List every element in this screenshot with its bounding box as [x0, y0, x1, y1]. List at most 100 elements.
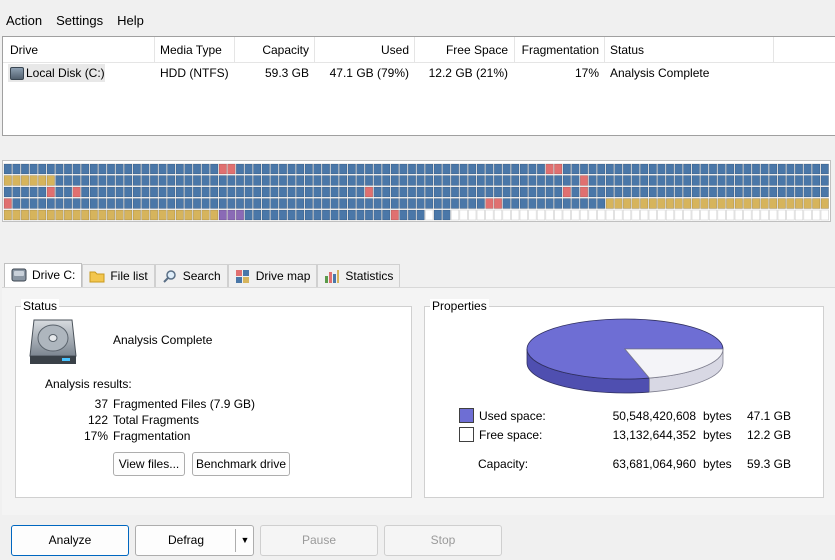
cluster-block: [769, 209, 778, 221]
cluster-block: [674, 198, 683, 209]
cluster-block: [657, 198, 666, 209]
column-separator[interactable]: [414, 37, 415, 63]
cluster-block: [132, 209, 141, 221]
column-media-type[interactable]: Media Type: [160, 43, 222, 57]
cluster-block: [691, 198, 700, 209]
cluster-block: [278, 209, 288, 221]
cluster-block: [399, 163, 408, 175]
column-separator[interactable]: [604, 37, 605, 63]
cluster-block: [614, 163, 623, 175]
cluster-map[interactable]: [2, 160, 831, 222]
stop-button[interactable]: Stop: [384, 525, 502, 556]
menu-settings[interactable]: Settings: [50, 8, 109, 32]
cluster-block: [192, 198, 202, 209]
analyze-button[interactable]: Analyze: [11, 525, 129, 556]
cluster-block: [399, 186, 408, 198]
cluster-block: [3, 209, 12, 221]
cluster-block: [794, 198, 804, 209]
tab-search[interactable]: Search: [154, 264, 228, 287]
cluster-block: [717, 163, 726, 175]
column-fragmentation[interactable]: Fragmentation: [519, 43, 599, 57]
column-separator[interactable]: [773, 37, 774, 63]
cluster-block: [640, 209, 649, 221]
column-free-space[interactable]: Free Space: [419, 43, 508, 57]
cluster-block: [820, 209, 829, 221]
tab-file-list[interactable]: File list: [82, 264, 155, 287]
column-drive[interactable]: Drive: [10, 43, 38, 57]
cluster-block: [304, 163, 313, 175]
cluster-block: [794, 209, 804, 221]
cluster-block: [373, 209, 382, 221]
cluster-block: [751, 163, 761, 175]
cluster-block: [726, 186, 735, 198]
cluster-block: [313, 163, 322, 175]
free-space-label: Free space:: [479, 428, 543, 442]
cluster-block: [46, 163, 55, 175]
cluster-block: [485, 175, 494, 186]
cluster-block: [407, 186, 417, 198]
cluster-block: [803, 198, 812, 209]
chevron-down-icon[interactable]: ▼: [236, 526, 254, 555]
cluster-block: [786, 186, 795, 198]
cluster-block: [347, 175, 356, 186]
cluster-block: [665, 175, 675, 186]
tab-drive-map[interactable]: Drive map: [227, 264, 318, 287]
column-separator[interactable]: [514, 37, 515, 63]
view-files-button[interactable]: View files...: [113, 452, 185, 476]
cluster-block: [149, 209, 159, 221]
cluster-block: [278, 163, 288, 175]
cluster-block: [347, 209, 356, 221]
cluster-block: [665, 163, 675, 175]
column-separator[interactable]: [234, 37, 235, 63]
cluster-block: [425, 163, 434, 175]
cluster-block: [683, 198, 692, 209]
cluster-block: [141, 186, 150, 198]
cluster-block: [124, 186, 133, 198]
pause-button[interactable]: Pause: [260, 525, 378, 556]
drive-row-c[interactable]: Local Disk (C:) HDD (NTFS) 59.3 GB 47.1 …: [3, 63, 835, 83]
cluster-block: [63, 186, 73, 198]
cluster-block: [81, 175, 90, 186]
cluster-block: [442, 186, 451, 198]
tab-drive[interactable]: Drive C:: [4, 263, 83, 287]
cluster-block: [55, 175, 64, 186]
cluster-block: [115, 175, 124, 186]
cluster-block: [631, 209, 640, 221]
cluster-block: [373, 198, 382, 209]
defrag-button[interactable]: Defrag ▼: [135, 525, 254, 556]
cluster-block: [820, 186, 829, 198]
cluster-block: [55, 186, 64, 198]
cluster-block: [502, 175, 511, 186]
cluster-block: [46, 186, 55, 198]
cluster-block: [356, 163, 365, 175]
menu-action[interactable]: Action: [0, 8, 48, 32]
cell-capacity: 59.3 GB: [264, 66, 309, 80]
cluster-block: [390, 163, 399, 175]
cluster-block: [81, 198, 90, 209]
cluster-block: [605, 198, 614, 209]
cluster-block: [98, 163, 107, 175]
cluster-block: [63, 163, 73, 175]
tab-statistics[interactable]: Statistics: [317, 264, 401, 287]
cluster-block: [485, 163, 494, 175]
column-capacity[interactable]: Capacity: [239, 43, 309, 57]
column-status[interactable]: Status: [610, 43, 644, 57]
drive-list[interactable]: Drive Media Type Capacity Used Free Spac…: [2, 36, 835, 136]
cluster-block: [339, 163, 348, 175]
menu-help[interactable]: Help: [111, 8, 150, 32]
cluster-block: [493, 209, 503, 221]
column-separator[interactable]: [314, 37, 315, 63]
menu-bar: Action Settings Help: [0, 8, 835, 32]
cluster-block: [167, 186, 176, 198]
column-used[interactable]: Used: [319, 43, 409, 57]
cluster-block: [12, 186, 21, 198]
benchmark-drive-button[interactable]: Benchmark drive: [192, 452, 290, 476]
properties-group-title: Properties: [430, 299, 489, 313]
column-separator[interactable]: [154, 37, 155, 63]
cluster-block: [149, 175, 159, 186]
cluster-block: [106, 198, 116, 209]
cluster-block: [81, 163, 90, 175]
cluster-block: [253, 186, 262, 198]
cluster-block: [597, 163, 606, 175]
cluster-block: [691, 163, 700, 175]
